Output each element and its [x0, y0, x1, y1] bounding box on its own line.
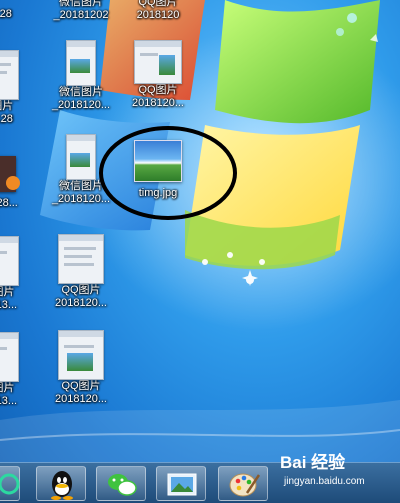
desktop-icon[interactable]: 信图片 81113... [0, 236, 34, 312]
icon-label: 53228... [0, 197, 18, 209]
image-thumbnail [66, 134, 96, 180]
image-thumbnail [0, 50, 19, 100]
watermark-brand: Bai 经验 [280, 453, 346, 472]
photo-viewer-icon [167, 473, 197, 496]
icon-label: timg.jpg [138, 187, 178, 199]
icon-label: _2018120... [51, 99, 111, 111]
taskbar-button-360[interactable] [0, 466, 20, 501]
image-thumbnail [0, 236, 19, 286]
paint-icon [229, 473, 261, 497]
icon-label: QQ图片 [138, 84, 178, 96]
icon-label: 信图片 [0, 382, 15, 394]
icon-label: QQ图片 [61, 380, 101, 392]
icon-label: _20181202 [53, 9, 109, 21]
play-icon [6, 176, 20, 190]
icon-label: 2018120... [55, 297, 107, 309]
taskbar-button-wechat[interactable] [96, 466, 146, 501]
image-thumbnail [134, 40, 182, 84]
desktop-icon[interactable]: 53228... [0, 156, 34, 210]
icon-label: 微信图片 [59, 86, 103, 98]
icon-label: 1128 [0, 8, 12, 20]
baidu-jingyan-watermark: Bai 经验 jingyan.baidu.com [280, 448, 398, 490]
image-thumbnail [58, 330, 104, 380]
icon-label: 81113... [0, 395, 18, 407]
taskbar-button-photo-viewer[interactable] [156, 466, 206, 501]
desktop-icon[interactable]: QQ图片 2018120... [45, 330, 117, 406]
wechat-icon [108, 474, 137, 496]
taskbar-button-qq[interactable] [36, 466, 86, 501]
icon-label: 微信图片 [59, 0, 103, 8]
image-thumbnail [0, 332, 19, 382]
desktop-icon[interactable]: QQ图片 2018120... [45, 234, 117, 310]
icon-label: 2018120... [55, 393, 107, 405]
icon-label: QQ图片 [138, 0, 178, 8]
icon-label: _2018120... [51, 193, 111, 205]
icon-label: Q图片 [0, 100, 14, 112]
icon-label: QQ图片 [61, 284, 101, 296]
image-thumbnail [134, 140, 182, 182]
video-thumbnail [0, 156, 20, 192]
icon-label: 81113... [0, 299, 18, 311]
desktop-icon[interactable]: 信图片 81113... [0, 332, 34, 408]
desktop-icon[interactable]: 微信图片 _2018120... [45, 134, 117, 206]
icon-label: 2018120... [132, 97, 184, 109]
watermark-url: jingyan.baidu.com [284, 476, 365, 487]
desktop: 1128 Q图片 81128 53228... 信图片 81113... 信图片… [0, 0, 400, 503]
image-thumbnail [58, 234, 104, 284]
desktop-icon[interactable]: 微信图片 _20181202 [45, 0, 117, 22]
desktop-icon[interactable]: QQ图片 2018120 [122, 0, 194, 22]
taskbar-button-paint[interactable] [218, 466, 268, 501]
icon-label: 信图片 [0, 286, 15, 298]
desktop-icon[interactable]: Q图片 81128 [0, 50, 34, 126]
image-thumbnail [66, 40, 96, 86]
qq-icon [51, 471, 73, 500]
360-icon [0, 473, 20, 495]
icon-label: 微信图片 [59, 180, 103, 192]
desktop-icon[interactable]: timg.jpg [122, 140, 194, 200]
desktop-icon[interactable]: 微信图片 _2018120... [45, 40, 117, 112]
icon-label: 81128 [0, 113, 13, 125]
desktop-icon[interactable]: QQ图片 2018120... [122, 40, 194, 110]
desktop-icon[interactable]: 1128 [0, 0, 36, 21]
icon-label: 2018120 [136, 9, 180, 21]
